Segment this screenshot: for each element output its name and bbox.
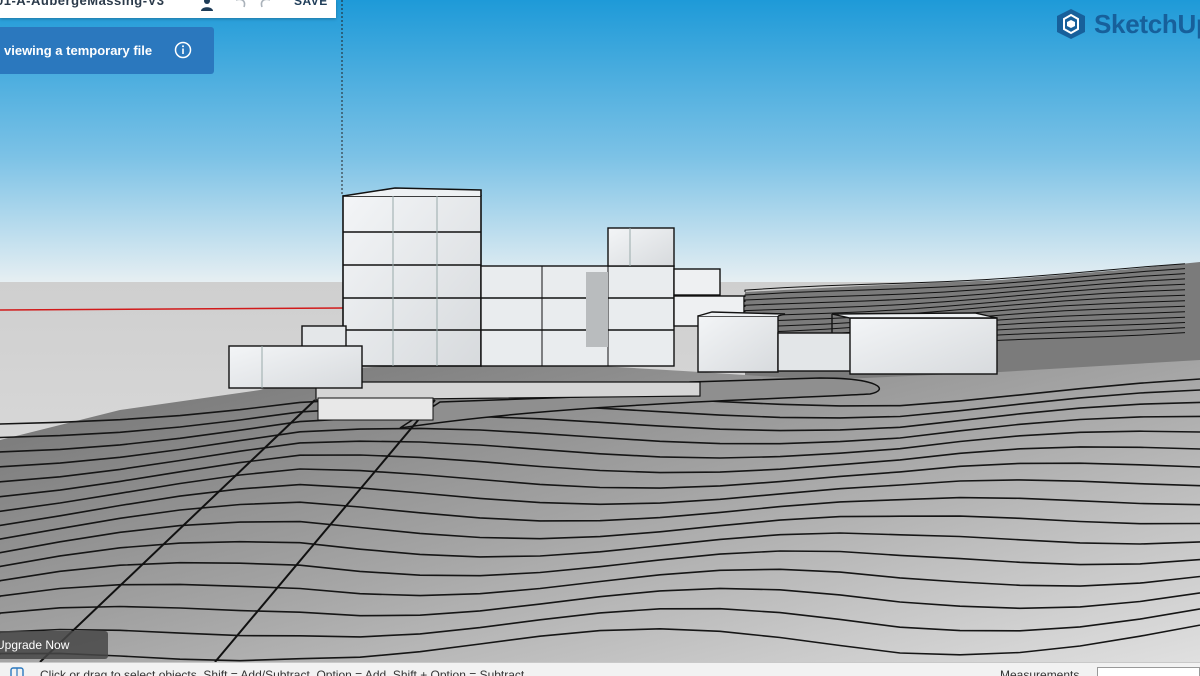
file-title[interactable]: 01-A-AubergeMassing-V3 — [0, 0, 164, 8]
sketchup-logo-icon — [1057, 9, 1085, 39]
middle-wing[interactable] — [480, 265, 675, 367]
lodge-block-3[interactable] — [831, 312, 998, 375]
lodge-block-1[interactable] — [697, 311, 786, 373]
temporary-file-banner: viewing a temporary file — [0, 27, 214, 74]
brand-logo: SketchUp — [1054, 4, 1200, 44]
3d-scene[interactable] — [0, 0, 1200, 662]
model-viewport[interactable] — [0, 0, 1200, 662]
status-bar: Click or drag to select objects. Shift =… — [0, 662, 1200, 676]
info-icon[interactable] — [174, 41, 192, 59]
brand-name: SketchUp — [1094, 8, 1200, 39]
top-toolbar: 01-A-AubergeMassing-V3 SAVE — [0, 0, 336, 18]
secondary-tower[interactable] — [607, 227, 675, 267]
podium-block — [317, 397, 434, 421]
main-tower[interactable] — [342, 187, 482, 367]
temporary-file-message: viewing a temporary file — [4, 43, 153, 58]
undo-icon[interactable] — [232, 0, 248, 10]
upgrade-label: Upgrade Now — [0, 638, 70, 652]
upgrade-now-button[interactable]: Upgrade Now — [0, 631, 108, 659]
redo-icon[interactable] — [258, 0, 274, 10]
user-icon[interactable] — [200, 0, 214, 11]
save-button[interactable]: SAVE — [294, 0, 328, 8]
